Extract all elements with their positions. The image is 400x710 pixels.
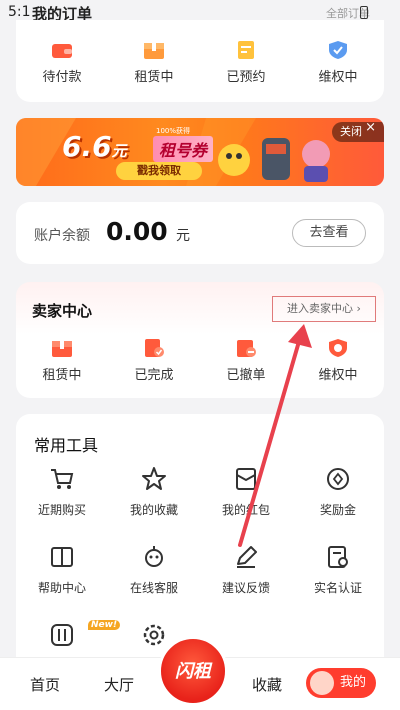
tab-home[interactable]: 首页 <box>30 674 60 695</box>
claim-button[interactable]: 戳我领取 <box>116 162 202 180</box>
tool-rewards[interactable]: 奖励金 <box>292 466 384 544</box>
coin-icon <box>327 468 349 490</box>
robot-icon <box>145 546 163 567</box>
seller-item-withdrawn[interactable]: 已撤单 <box>200 338 292 383</box>
settings-icon <box>143 624 165 646</box>
common-tools-title: 常用工具 <box>34 436 99 455</box>
withdrawn-icon <box>237 340 256 357</box>
battery-icon <box>360 6 368 19</box>
tab-mine-label: 我的 <box>340 675 367 690</box>
tool-label: 奖励金 <box>319 503 356 517</box>
order-item-reserved[interactable]: 已预约 <box>200 40 292 85</box>
order-item-label: 租赁中 <box>134 70 174 85</box>
reservation-icon <box>238 41 254 59</box>
cart-icon <box>51 469 74 489</box>
red-packet-icon <box>236 468 256 490</box>
order-item-label: 已预约 <box>226 70 266 85</box>
balance-card: 账户余额 0.00 元 去查看 <box>16 202 384 264</box>
status-time: 5:1 <box>8 4 31 20</box>
seller-center-card: 卖家中心 进入卖家中心 › 租赁中 已完成 已撤单 维权中 <box>16 282 384 398</box>
id-icon <box>328 546 348 568</box>
order-item-dispute[interactable]: 维权中 <box>292 40 384 85</box>
tool-label: 帮助中心 <box>37 581 86 595</box>
tool-feedback[interactable]: 建议反馈 <box>200 544 292 622</box>
tool-help-center[interactable]: 帮助中心 <box>16 544 108 622</box>
book-icon <box>51 547 73 567</box>
pen-icon <box>237 546 257 568</box>
seller-item-label: 租赁中 <box>42 368 82 383</box>
seller-item-label: 已完成 <box>134 368 174 383</box>
balance-amount: 0.00 <box>106 217 168 246</box>
wallet-icon <box>52 44 72 58</box>
banner-close-button[interactable]: 关闭 <box>332 122 384 142</box>
balance-unit: 元 <box>176 228 190 244</box>
seller-item-completed[interactable]: 已完成 <box>108 338 200 383</box>
center-logo-text: 闪租 <box>175 661 211 682</box>
tab-favorites[interactable]: 收藏 <box>252 674 282 695</box>
bottom-tab-bar: 首页 大厅 闪租 收藏 我的 <box>0 636 400 710</box>
balance-label: 账户余额 <box>34 228 90 244</box>
close-icon[interactable]: × <box>365 120 376 135</box>
seller-item-label: 已撤单 <box>226 368 266 383</box>
promo-banner[interactable]: 6.6元 100%获得 租号券 戳我领取 关闭 × <box>16 118 384 186</box>
enter-seller-center-button[interactable]: 进入卖家中心 › <box>272 296 376 322</box>
tool-label: 近期购买 <box>37 503 86 517</box>
order-item-label: 维权中 <box>318 70 358 85</box>
tool-label: 在线客服 <box>129 581 178 595</box>
shield-icon <box>329 339 347 357</box>
tool-online-service[interactable]: 在线客服 <box>108 544 200 622</box>
seller-item-label: 维权中 <box>318 368 358 383</box>
star-icon <box>142 467 166 490</box>
tool-recent-purchases[interactable]: 近期购买 <box>16 466 108 544</box>
tool-my-favorites[interactable]: 我的收藏 <box>108 466 200 544</box>
order-item-renting[interactable]: 租赁中 <box>108 40 200 85</box>
sliders-icon <box>51 624 73 646</box>
seller-item-renting[interactable]: 租赁中 <box>16 338 108 383</box>
common-tools-card: 常用工具 近期购买 我的收藏 我的红包 奖励金 帮助中心 在线客服 建议反馈 实… <box>16 414 384 674</box>
completed-icon <box>145 339 164 357</box>
tool-real-name-verification[interactable]: 实名认证 <box>292 544 384 622</box>
tab-mine[interactable]: 我的 <box>306 668 376 698</box>
banner-amount: 6.6元 <box>62 130 127 163</box>
seller-item-dispute[interactable]: 维权中 <box>292 338 384 383</box>
shield-icon <box>329 41 347 59</box>
tab-hall[interactable]: 大厅 <box>104 674 134 695</box>
tool-my-red-packets[interactable]: 我的红包 <box>200 466 292 544</box>
new-badge: New! <box>88 620 121 630</box>
order-item-pending-payment[interactable]: 待付款 <box>16 40 108 85</box>
view-balance-button[interactable]: 去查看 <box>292 219 366 247</box>
tool-label: 建议反馈 <box>221 581 270 595</box>
order-item-label: 待付款 <box>42 70 82 85</box>
tab-center-logo[interactable]: 闪租 <box>158 636 228 706</box>
banner-tag: 100%获得 <box>156 127 191 135</box>
tool-label: 实名认证 <box>313 581 362 595</box>
tool-label: 我的红包 <box>221 503 270 517</box>
seller-center-title: 卖家中心 <box>32 302 93 320</box>
tool-label: 我的收藏 <box>129 503 178 517</box>
avatar <box>310 671 334 695</box>
box-icon <box>144 43 164 59</box>
order-status-card: 待付款 租赁中 已预约 维权中 <box>16 20 384 102</box>
box-icon <box>52 341 72 357</box>
